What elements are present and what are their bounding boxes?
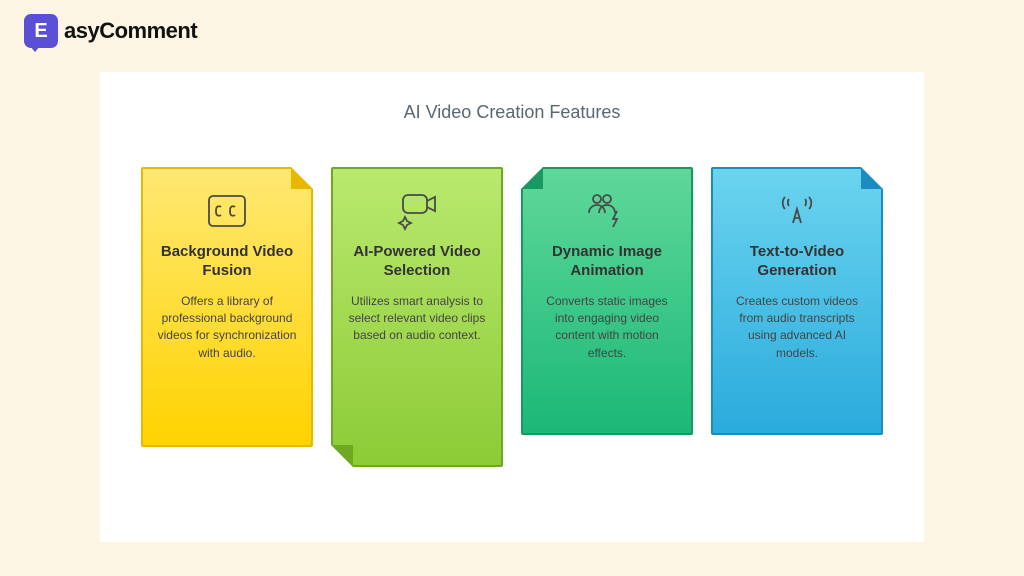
page-fold	[331, 445, 353, 467]
page-fold	[861, 167, 883, 189]
card-heading: Text-to-Video Generation	[727, 243, 867, 281]
video-sparkle-icon	[347, 189, 487, 233]
card-heading: AI-Powered Video Selection	[347, 243, 487, 281]
broadcast-a-icon	[727, 189, 867, 233]
card-body: Offers a library of professional backgro…	[157, 293, 297, 363]
content-panel: AI Video Creation Features Background Vi…	[100, 72, 924, 542]
feature-card-image-animation: Dynamic Image Animation Converts static …	[521, 167, 693, 435]
card-heading: Background Video Fusion	[157, 243, 297, 281]
feature-card-ai-selection: AI-Powered Video Selection Utilizes smar…	[331, 167, 503, 467]
logo-text: asyComment	[64, 18, 197, 44]
card-body: Converts static images into engaging vid…	[537, 293, 677, 363]
brand-logo: E asyComment	[0, 0, 1024, 62]
page-fold	[521, 167, 543, 189]
card-body: Utilizes smart analysis to select releva…	[347, 293, 487, 345]
logo-icon: E	[24, 14, 58, 48]
feature-card-background-video: Background Video Fusion Offers a library…	[141, 167, 313, 447]
page-fold	[291, 167, 313, 189]
feature-card-text-to-video: Text-to-Video Generation Creates custom …	[711, 167, 883, 435]
people-bolt-icon	[537, 189, 677, 233]
panel-title: AI Video Creation Features	[140, 102, 884, 123]
cc-icon	[157, 189, 297, 233]
feature-cards: Background Video Fusion Offers a library…	[140, 167, 884, 467]
card-heading: Dynamic Image Animation	[537, 243, 677, 281]
card-body: Creates custom videos from audio transcr…	[727, 293, 867, 363]
